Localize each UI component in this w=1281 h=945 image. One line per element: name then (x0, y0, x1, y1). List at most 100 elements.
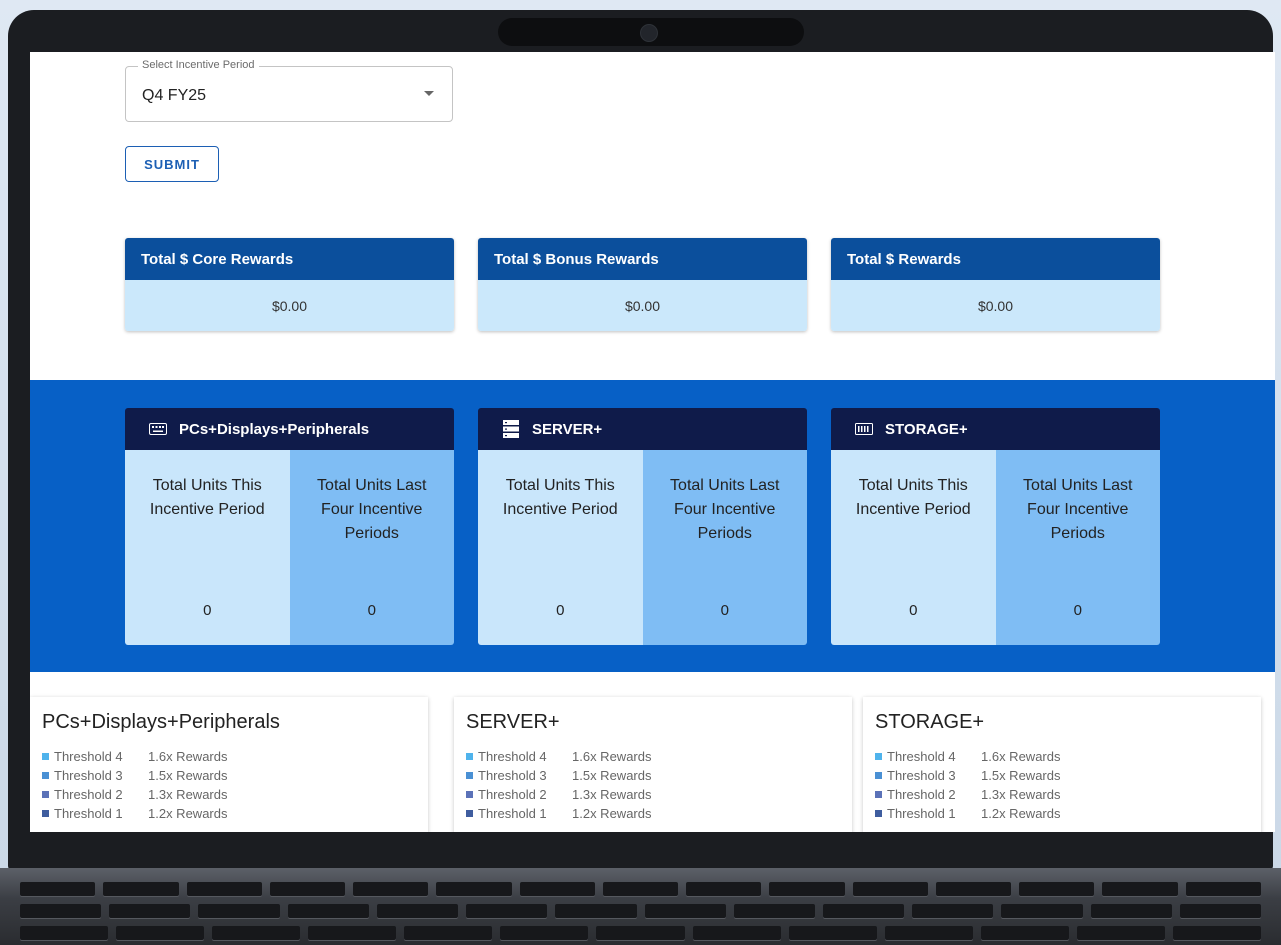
bonus-rewards-card: Total $ Bonus Rewards $0.00 (478, 238, 807, 331)
units-current-value: 0 (203, 602, 212, 619)
threshold-name: Threshold 2 (54, 787, 123, 802)
units-current-label: Total Units This Incentive Period (502, 477, 618, 518)
keyboard-row (20, 882, 1261, 896)
threshold-reward: 1.6x Rewards (148, 749, 228, 764)
threshold-reward: 1.5x Rewards (148, 768, 228, 783)
keyboard-row (20, 926, 1262, 940)
total-rewards-card: Total $ Rewards $0.00 (831, 238, 1160, 331)
core-rewards-title: Total $ Core Rewards (125, 238, 454, 280)
pcs-units-current: Total Units This Incentive Period 0 (125, 450, 290, 645)
camera-notch (498, 18, 804, 46)
threshold-row: Threshold 4 1.6x Rewards (42, 747, 227, 766)
bonus-rewards-value: $0.00 (478, 280, 807, 331)
app-screen: Select Incentive Period Q4 FY25 SUBMIT T… (30, 52, 1275, 832)
legend-square-icon (875, 772, 882, 779)
legend-square-icon (875, 810, 882, 817)
threshold-name: Threshold 4 (887, 749, 956, 764)
threshold-row: Threshold 2 1.3x Rewards (42, 785, 227, 804)
threshold-name: Threshold 3 (478, 768, 547, 783)
pcs-units-header: PCs+Displays+Peripherals (125, 408, 454, 450)
keyboard-row (20, 904, 1262, 918)
threshold-row: Threshold 2 1.3x Rewards (466, 785, 651, 804)
units-last-four-label: Total Units Last Four Incentive Periods (317, 477, 427, 542)
pcs-units-title: PCs+Displays+Peripherals (179, 420, 370, 438)
core-rewards-value: $0.00 (125, 280, 454, 331)
threshold-name: Threshold 1 (54, 806, 123, 821)
threshold-name: Threshold 2 (478, 787, 547, 802)
threshold-card-title: PCs+Displays+Peripherals (42, 711, 280, 733)
laptop-keyboard (0, 868, 1281, 945)
units-current-value: 0 (556, 602, 565, 619)
threshold-card-title: STORAGE+ (875, 711, 985, 733)
threshold-row: Threshold 4 1.6x Rewards (875, 747, 1060, 766)
storage-units-title: STORAGE+ (885, 420, 968, 438)
pcs-threshold-card: PCs+Displays+Peripherals Threshold 4 1.6x… (30, 697, 428, 832)
server-units-last-four: Total Units Last Four Incentive Periods … (642, 450, 807, 645)
threshold-row: Threshold 1 1.2x Rewards (875, 804, 1060, 823)
server-icon (502, 420, 520, 438)
threshold-row: Threshold 3 1.5x Rewards (875, 766, 1060, 785)
storage-icon (855, 420, 873, 438)
storage-units-current: Total Units This Incentive Period 0 (831, 450, 996, 645)
incentive-period-select[interactable]: Select Incentive Period Q4 FY25 (125, 59, 453, 122)
pcs-units-card: PCs+Displays+Peripherals Total Units Thi… (125, 408, 454, 645)
threshold-reward: 1.5x Rewards (981, 768, 1061, 783)
legend-square-icon (42, 753, 49, 760)
threshold-reward: 1.3x Rewards (148, 787, 228, 802)
keyboard-icon (149, 420, 167, 438)
threshold-row: Threshold 1 1.2x Rewards (466, 804, 651, 823)
threshold-reward: 1.6x Rewards (572, 749, 652, 764)
units-last-four-label: Total Units Last Four Incentive Periods (670, 477, 780, 542)
pcs-units-last-four: Total Units Last Four Incentive Periods … (289, 450, 454, 645)
bonus-rewards-title: Total $ Bonus Rewards (478, 238, 807, 280)
units-band: PCs+Displays+Peripherals Total Units Thi… (30, 380, 1275, 672)
threshold-name: Threshold 3 (54, 768, 123, 783)
threshold-reward: 1.2x Rewards (148, 806, 228, 821)
threshold-reward: 1.2x Rewards (981, 806, 1061, 821)
storage-units-header: STORAGE+ (831, 408, 1160, 450)
storage-units-last-four: Total Units Last Four Incentive Periods … (995, 450, 1160, 645)
legend-square-icon (42, 772, 49, 779)
legend-square-icon (466, 791, 473, 798)
units-last-four-value: 0 (720, 602, 729, 619)
threshold-row: Threshold 4 1.6x Rewards (466, 747, 651, 766)
server-threshold-card: SERVER+ Threshold 4 1.6x Rewards Threshol… (454, 697, 852, 832)
threshold-reward: 1.3x Rewards (572, 787, 652, 802)
threshold-reward: 1.5x Rewards (572, 768, 652, 783)
server-units-title: SERVER+ (532, 420, 603, 438)
threshold-list: Threshold 4 1.6x Rewards Threshold 3 1.5x … (42, 747, 227, 823)
threshold-reward: 1.2x Rewards (572, 806, 652, 821)
threshold-name: Threshold 3 (887, 768, 956, 783)
legend-square-icon (466, 753, 473, 760)
threshold-name: Threshold 4 (54, 749, 123, 764)
units-current-label: Total Units This Incentive Period (855, 477, 971, 518)
threshold-list: Threshold 4 1.6x Rewards Threshold 3 1.5x … (875, 747, 1060, 823)
storage-units-card: STORAGE+ Total Units This Incentive Peri… (831, 408, 1160, 645)
core-rewards-card: Total $ Core Rewards $0.00 (125, 238, 454, 331)
legend-square-icon (466, 810, 473, 817)
threshold-name: Threshold 4 (478, 749, 547, 764)
webcam-icon (640, 24, 658, 42)
threshold-name: Threshold 2 (887, 787, 956, 802)
units-last-four-value: 0 (367, 602, 376, 619)
incentive-period-value: Q4 FY25 (142, 87, 207, 104)
threshold-card-title: SERVER+ (466, 711, 560, 733)
server-units-header: SERVER+ (478, 408, 807, 450)
total-rewards-title: Total $ Rewards (831, 238, 1160, 280)
threshold-row: Threshold 1 1.2x Rewards (42, 804, 227, 823)
incentive-period-label: Select Incentive Period (138, 59, 259, 71)
legend-square-icon (42, 810, 49, 817)
legend-square-icon (875, 753, 882, 760)
legend-square-icon (42, 791, 49, 798)
threshold-name: Threshold 1 (478, 806, 547, 821)
legend-square-icon (466, 772, 473, 779)
submit-button[interactable]: SUBMIT (125, 146, 219, 182)
threshold-name: Threshold 1 (887, 806, 956, 821)
threshold-reward: 1.3x Rewards (981, 787, 1061, 802)
dropdown-arrow-icon[interactable] (424, 91, 434, 96)
server-units-current: Total Units This Incentive Period 0 (478, 450, 643, 645)
storage-threshold-card: STORAGE+ Threshold 4 1.6x Rewards Thresho… (863, 697, 1261, 832)
threshold-reward: 1.6x Rewards (981, 749, 1061, 764)
units-current-label: Total Units This Incentive Period (149, 477, 265, 518)
units-last-four-label: Total Units Last Four Incentive Periods (1023, 477, 1133, 542)
